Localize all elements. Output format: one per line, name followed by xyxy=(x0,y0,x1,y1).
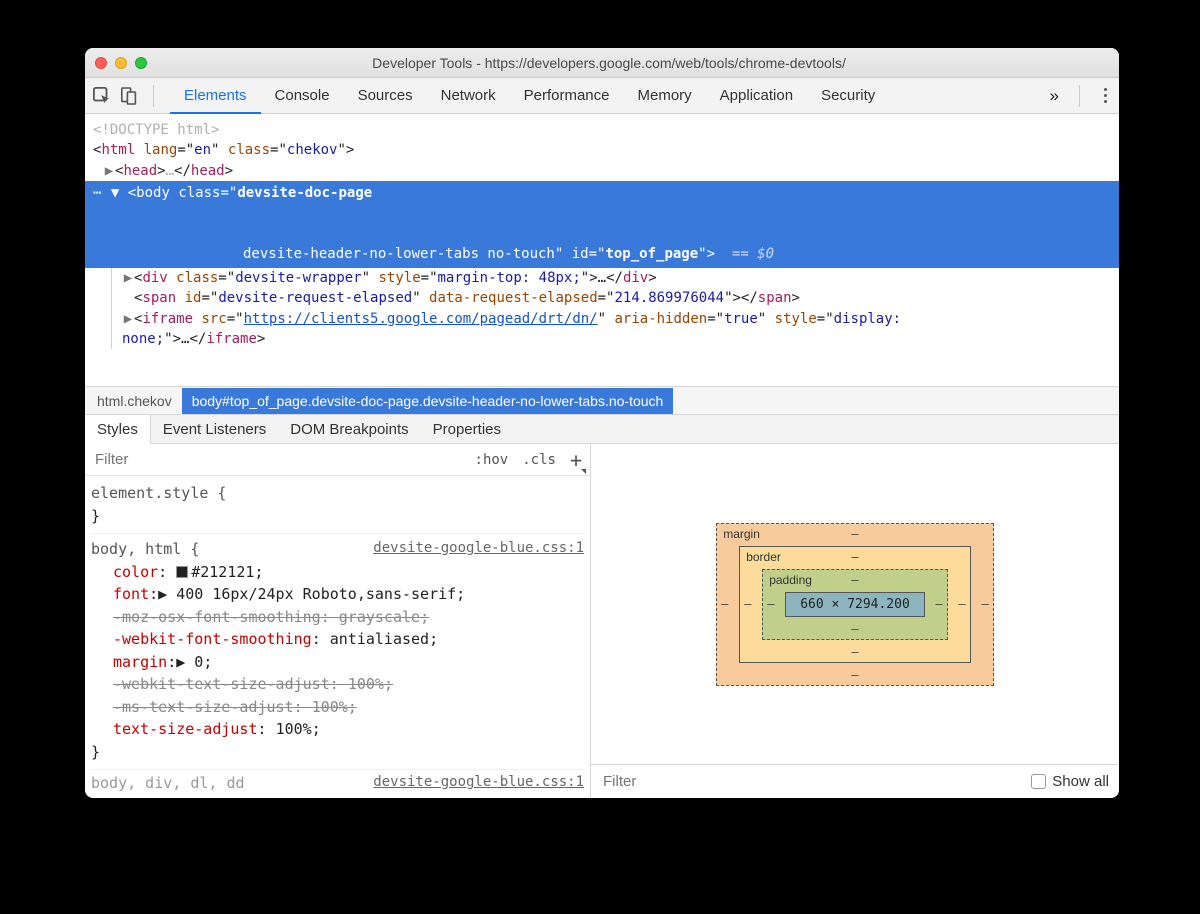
tab-network[interactable]: Network xyxy=(427,79,510,113)
dom-span-elapsed[interactable]: <span id="devsite-request-elapsed" data-… xyxy=(122,288,1111,308)
tab-security[interactable]: Security xyxy=(807,79,889,113)
dom-head[interactable]: ▶<head>…</head> xyxy=(93,161,1111,181)
tab-application[interactable]: Application xyxy=(706,79,807,113)
subtab-properties[interactable]: Properties xyxy=(421,415,513,444)
rule-element-style[interactable]: element.style { } xyxy=(91,480,584,534)
bm-padding-label: padding xyxy=(769,573,812,587)
new-style-rule-button[interactable]: + xyxy=(570,450,582,470)
computed-filter-input[interactable] xyxy=(601,772,741,791)
rule-cutoff[interactable]: body, div, dl, dd devsite-google-blue.cs… xyxy=(91,772,584,795)
dom-body-selected[interactable]: ⋯ ▼ <body class="devsite-doc-page devsit… xyxy=(85,181,1119,268)
prop-ms-tsa[interactable]: -ms-text-size-adjust: 100%; xyxy=(91,696,584,719)
prop-webkit-tsa[interactable]: -webkit-text-size-adjust: 100%; xyxy=(91,673,584,696)
panel-tabs: Elements Console Sources Network Perform… xyxy=(170,79,889,113)
toolbar-divider xyxy=(153,85,154,107)
dom-iframe[interactable]: ▶<iframe src="https://clients5.google.co… xyxy=(122,309,1111,329)
subtab-event-listeners[interactable]: Event Listeners xyxy=(151,415,278,444)
breadcrumb-html[interactable]: html.chekov xyxy=(87,388,182,414)
minimize-window-button[interactable] xyxy=(115,57,127,69)
computed-pane: margin – – – – border – – – – padding – xyxy=(591,444,1119,798)
box-model[interactable]: margin – – – – border – – – – padding – xyxy=(591,444,1119,764)
traffic-lights xyxy=(95,57,147,69)
dom-iframe-cont[interactable]: none;">…</iframe> xyxy=(122,329,1111,349)
tab-sources[interactable]: Sources xyxy=(344,79,427,113)
dom-breadcrumb: html.chekov body#top_of_page.devsite-doc… xyxy=(85,386,1119,414)
hov-toggle[interactable]: :hov xyxy=(475,452,509,468)
prop-webkit-smoothing[interactable]: -webkit-font-smoothing: antialiased; xyxy=(91,628,584,651)
bm-margin-label: margin xyxy=(723,527,760,541)
show-all-checkbox[interactable] xyxy=(1031,774,1046,789)
window-title: Developer Tools - https://developers.goo… xyxy=(159,55,1109,71)
titlebar: Developer Tools - https://developers.goo… xyxy=(85,48,1119,78)
settings-menu-icon[interactable] xyxy=(1100,84,1111,107)
prop-margin[interactable]: margin:▶ 0; xyxy=(91,651,584,674)
dom-doctype[interactable]: <!DOCTYPE html> xyxy=(93,120,1111,140)
cls-toggle[interactable]: .cls xyxy=(522,452,556,468)
inspect-element-icon[interactable] xyxy=(93,87,111,105)
dom-html[interactable]: <html lang="en" class="chekov"> xyxy=(93,140,1111,160)
device-toggle-icon[interactable] xyxy=(121,87,137,105)
tab-performance[interactable]: Performance xyxy=(510,79,624,113)
lower-panes: :hov .cls + element.style { } body, html… xyxy=(85,444,1119,798)
rule-body-html[interactable]: body, html { devsite-google-blue.css:1 c… xyxy=(91,536,584,770)
sidebar-tabs: Styles Event Listeners DOM Breakpoints P… xyxy=(85,414,1119,444)
zoom-window-button[interactable] xyxy=(135,57,147,69)
tab-elements[interactable]: Elements xyxy=(170,79,261,114)
prop-moz-smoothing[interactable]: -moz-osx-font-smoothing: grayscale; xyxy=(91,606,584,629)
dom-div-wrapper[interactable]: ▶<div class="devsite-wrapper" style="mar… xyxy=(122,268,1111,288)
tab-console[interactable]: Console xyxy=(261,79,344,113)
rule-source-link[interactable]: devsite-google-blue.css:1 xyxy=(373,538,584,561)
devtools-window: Developer Tools - https://developers.goo… xyxy=(85,48,1119,798)
subtab-dom-breakpoints[interactable]: DOM Breakpoints xyxy=(278,415,420,444)
styles-rules[interactable]: element.style { } body, html { devsite-g… xyxy=(85,476,590,798)
overflow-tabs-icon[interactable]: » xyxy=(1050,86,1059,106)
prop-font[interactable]: font:▶ 400 16px/24px Roboto,sans-serif; xyxy=(91,583,584,606)
toolbar-divider xyxy=(1079,85,1080,107)
bm-border-label: border xyxy=(746,550,781,564)
computed-filter-row: Show all xyxy=(591,764,1119,798)
close-window-button[interactable] xyxy=(95,57,107,69)
prop-color[interactable]: color: #212121; xyxy=(91,561,584,584)
styles-filter-row: :hov .cls + xyxy=(85,444,590,476)
main-toolbar: Elements Console Sources Network Perform… xyxy=(85,78,1119,114)
show-all-label: Show all xyxy=(1052,773,1109,790)
breadcrumb-body[interactable]: body#top_of_page.devsite-doc-page.devsit… xyxy=(182,388,674,414)
dom-tree[interactable]: <!DOCTYPE html> <html lang="en" class="c… xyxy=(85,114,1119,386)
styles-filter-input[interactable] xyxy=(93,450,233,469)
subtab-styles[interactable]: Styles xyxy=(85,415,151,444)
tab-memory[interactable]: Memory xyxy=(624,79,706,113)
prop-tsa[interactable]: text-size-adjust: 100%; xyxy=(91,718,584,741)
bm-content-dimensions: 660 × 7294.200 xyxy=(785,592,925,617)
styles-pane: :hov .cls + element.style { } body, html… xyxy=(85,444,591,798)
